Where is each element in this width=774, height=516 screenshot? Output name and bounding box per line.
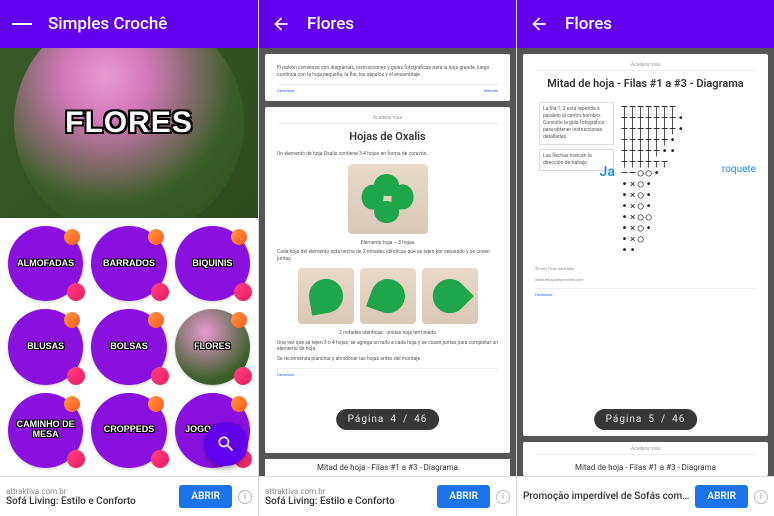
ad-close-icon[interactable]: i <box>754 490 768 504</box>
category-barrados[interactable]: BARRADOS <box>91 226 166 301</box>
appbar: Flores <box>517 0 774 48</box>
pane-document-p5: Flores Acedera rosa Mitad de hoja - Fila… <box>516 0 774 516</box>
ad-close-icon[interactable]: i <box>496 490 510 504</box>
ad-title: Sofá Living: Estilo e Conforto <box>6 496 173 507</box>
page-heading: Mitad de hoja - Filas #1 a #3 - Diagrama <box>535 77 756 90</box>
category-label: BLUSAS <box>27 342 64 352</box>
pdf-page-prev: El patrón comienza con diagramas, instru… <box>265 54 510 101</box>
category-almofadas[interactable]: ALMOFADAS <box>8 226 83 301</box>
pdf-page-main: Acedera rosa Hojas de Oxalis Un elemento… <box>265 107 510 453</box>
category-biquinis[interactable]: BIQUINIS <box>175 226 250 301</box>
ad-cta-button[interactable]: ABRIR <box>695 485 748 508</box>
category-label: CAMINHO DE MESA <box>8 420 83 440</box>
pdf-page-main: Acedera rosa Mitad de hoja - Filas #1 a … <box>523 54 768 436</box>
ad-banner[interactable]: attraktiva.com.br Sofá Living: Estilo e … <box>0 476 258 516</box>
hero-banner[interactable]: FLORES <box>0 48 258 218</box>
ad-cta-button[interactable]: ABRIR <box>437 485 490 508</box>
category-flores[interactable]: FLORES <box>175 309 250 384</box>
category-bolsas[interactable]: BOLSAS <box>91 309 166 384</box>
page-heading: Hojas de Oxalis <box>277 130 498 143</box>
photo-half1 <box>298 268 354 324</box>
page-indicator: Página 4 / 46 <box>336 409 440 430</box>
ad-cta-button[interactable]: ABRIR <box>179 485 232 508</box>
category-caminho-de-mesa[interactable]: CAMINHO DE MESA <box>8 393 83 468</box>
appbar: Simples Crochê <box>0 0 258 48</box>
ad-banner[interactable]: Promoção imperdível de Sofás com Descont… <box>517 476 774 516</box>
pane-document-p4: Flores El patrón comienza con diagramas,… <box>258 0 516 516</box>
category-croppeds[interactable]: CROPPEDS <box>91 393 166 468</box>
document-viewer[interactable]: Acedera rosa Mitad de hoja - Filas #1 a … <box>517 48 774 476</box>
app-title: Simples Crochê <box>48 14 167 34</box>
back-icon[interactable] <box>271 14 291 34</box>
category-blusas[interactable]: BLUSAS <box>8 309 83 384</box>
ad-url: attraktiva.com.br <box>265 487 431 496</box>
next-page-peek: Mitad de hoja - Filas #1 a #3 - Diagrama <box>265 459 510 476</box>
category-label: CROPPEDS <box>104 425 155 435</box>
category-label: BOLSAS <box>110 342 148 352</box>
category-label: FLORES <box>194 342 231 352</box>
ad-url: attraktiva.com.br <box>6 487 173 496</box>
crochet-diagram: Ja roquete ┬┬┬┬┬┬┬┼┼┼┼┼┼┼•┼┼┼┼┼┼┼•┼┼┼┼┼┼… <box>622 102 752 256</box>
hero-label: FLORES <box>65 106 193 140</box>
ad-banner[interactable]: attraktiva.com.br Sofá Living: Estilo e … <box>259 476 516 516</box>
ad-title: Sofá Living: Estilo e Conforto <box>265 496 431 507</box>
document-viewer[interactable]: El patrón comienza con diagramas, instru… <box>259 48 516 476</box>
photo-clover <box>348 164 428 234</box>
next-page-peek: Acedera rosa Mitad de hoja - Filas #1 a … <box>523 442 768 476</box>
page-indicator: Página 5 / 46 <box>594 409 698 430</box>
back-icon[interactable] <box>529 14 549 34</box>
category-label: ALMOFADAS <box>17 259 74 269</box>
ad-title: Promoção imperdível de Sofás com Descont… <box>523 491 689 502</box>
category-label: BIQUINIS <box>192 259 232 269</box>
screen-title: Flores <box>307 14 354 34</box>
photo-half2 <box>360 268 416 324</box>
screen-title: Flores <box>565 14 612 34</box>
pane-home: Simples Crochê FLORES ALMOFADAS BARRADOS B… <box>0 0 258 516</box>
category-label: BARRADOS <box>103 259 155 269</box>
appbar: Flores <box>259 0 516 48</box>
photo-leaf-done <box>422 268 478 324</box>
search-fab[interactable] <box>204 422 248 466</box>
ad-close-icon[interactable]: i <box>238 490 252 504</box>
menu-icon[interactable] <box>12 14 32 34</box>
